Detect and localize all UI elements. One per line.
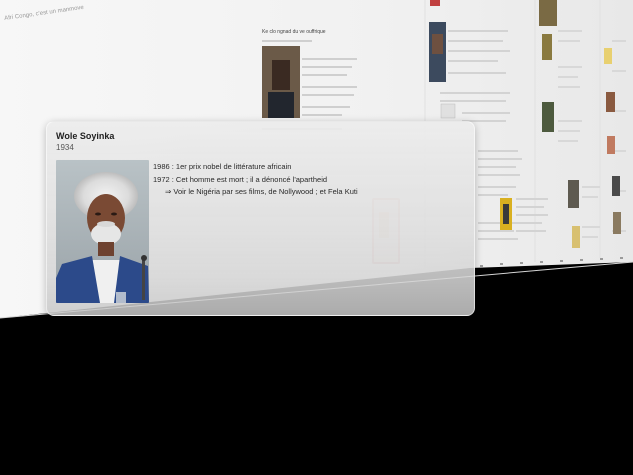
section-title: Ke clo ngnad du ve ouffrique [262, 29, 326, 35]
card-line-1972: 1972 : Cet homme est mort ; il a dénoncé… [153, 174, 328, 184]
card-line-1986: 1986 : 1er prix nobel de littérature afr… [153, 162, 292, 171]
person-year: 1934 [56, 143, 74, 152]
person-name: Wole Soyinka [56, 131, 115, 141]
person-detail-card[interactable]: Wole Soyinka 1934 1986: 1er prix nobel … [46, 121, 475, 316]
card-line-see-also: ⇒ Voir le Nigéria par ses films, de Noll… [165, 187, 358, 196]
portrait-photo [56, 160, 149, 303]
card-text-lines: 1986 : 1er prix nobel de littérature afr… [153, 161, 465, 199]
